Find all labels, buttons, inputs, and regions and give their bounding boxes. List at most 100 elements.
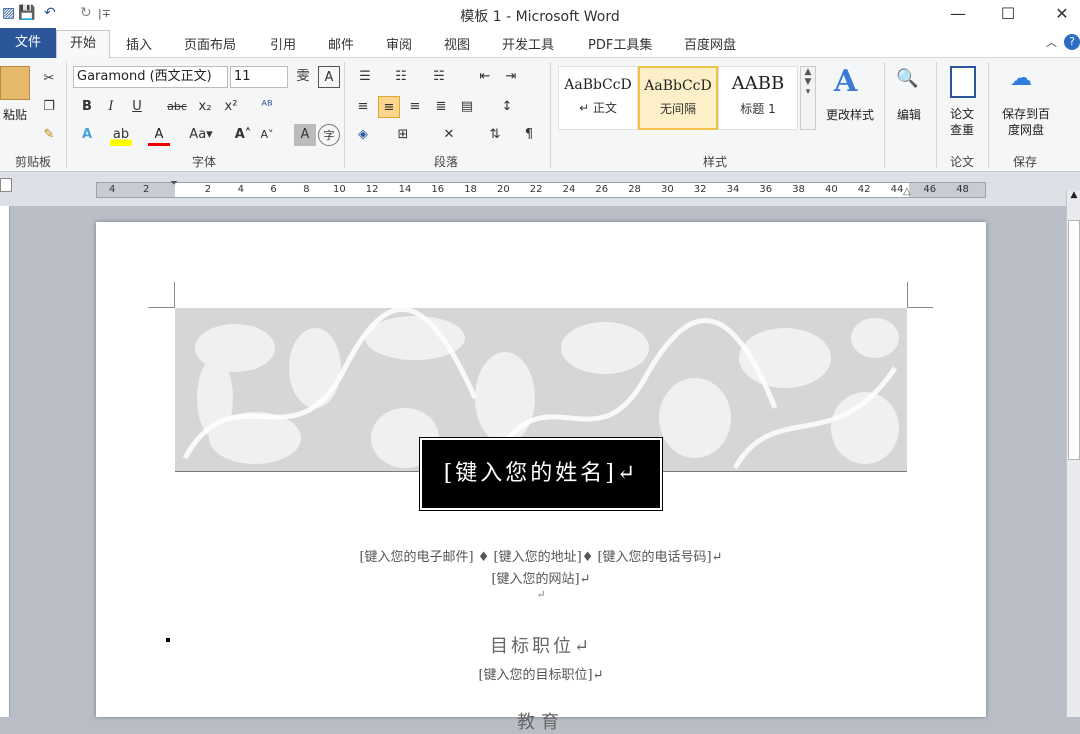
ruler-number: 18 — [464, 184, 477, 195]
character-border-icon[interactable]: A — [318, 66, 340, 88]
tab-references[interactable]: 引用 — [270, 34, 296, 53]
change-styles-icon[interactable]: A — [834, 64, 857, 99]
styles-scroll[interactable]: ▲ ▼ ▾ — [800, 66, 816, 130]
phonetic-guide-icon[interactable]: 雯 — [292, 66, 314, 88]
superscript-icon[interactable]: x² — [220, 96, 242, 118]
shrink-font-icon[interactable]: A˅ — [256, 124, 278, 146]
edit-button[interactable]: 编辑 — [888, 106, 930, 123]
style-name: ↵ 正文 — [579, 101, 617, 115]
format-painter-icon[interactable]: ✎ — [38, 124, 60, 146]
align-center-icon[interactable]: ≡ — [378, 96, 400, 118]
copy-icon[interactable]: ❐ — [38, 96, 60, 118]
borders-icon[interactable]: ⊞ — [392, 124, 414, 146]
tab-page-layout[interactable]: 页面布局 — [184, 34, 236, 53]
help-icon[interactable]: ? — [1064, 34, 1080, 50]
tab-developer[interactable]: 开发工具 — [502, 34, 554, 53]
baidu-netdisk-icon[interactable]: ☁ — [1010, 66, 1032, 91]
clear-format-icon[interactable]: ᴬᴮ — [256, 96, 278, 118]
line-spacing-icon[interactable]: ↕ — [496, 96, 518, 118]
empty-paragraph[interactable]: ↵ — [96, 588, 986, 601]
section-title[interactable]: 目标职位↵ — [96, 632, 986, 658]
paste-icon[interactable] — [0, 66, 30, 100]
show-marks-icon[interactable]: ¶ — [518, 124, 540, 146]
ruler-number: 12 — [365, 184, 379, 195]
document-page[interactable]: [键入您的姓名]↵ [键入您的电子邮件] ♦ [键入您的地址]♦ [键入您的电话… — [96, 222, 986, 733]
right-indent-marker[interactable]: △ — [903, 186, 911, 197]
ruler-number: 20 — [497, 184, 510, 195]
font-size-combo[interactable]: 11 — [230, 66, 288, 88]
ruler-number: 24 — [562, 184, 576, 195]
ruler-margin-right — [909, 183, 985, 197]
text-effects-icon[interactable]: A — [76, 124, 98, 146]
ruler-number: 28 — [628, 184, 641, 195]
find-icon[interactable]: 🔍 — [896, 68, 918, 89]
horizontal-ruler[interactable]: 4 2 2 4 6 8 10 12 14 16 18 20 22 24 26 28 30 32 34 36 38 40 42… — [96, 178, 986, 198]
justify-icon[interactable]: ≣ — [430, 96, 452, 118]
name-placeholder[interactable]: [键入您的姓名]↵ — [419, 437, 663, 511]
increase-indent-icon[interactable]: ⇥ — [500, 66, 522, 88]
tab-baidu-netdisk[interactable]: 百度网盘 — [684, 34, 736, 53]
tab-file[interactable]: 文件 — [0, 28, 56, 58]
italic-icon[interactable]: I — [100, 96, 122, 118]
decrease-indent-icon[interactable]: ⇤ — [474, 66, 496, 88]
style-sample: AABB — [731, 73, 785, 94]
next-section-heading[interactable]: 教育 — [96, 708, 986, 734]
shading-icon[interactable]: ◈ — [352, 124, 374, 146]
tab-review[interactable]: 审阅 — [386, 34, 412, 53]
underline-icon[interactable]: U — [126, 96, 148, 118]
font-name-combo[interactable]: Garamond (西文正文) — [73, 66, 228, 88]
style-heading-1[interactable]: AABB 标题 1 — [718, 66, 798, 130]
align-left-icon[interactable]: ≡ — [352, 96, 374, 118]
align-right-icon[interactable]: ≡ — [404, 96, 426, 118]
change-case-icon[interactable]: Aa▾ — [186, 124, 216, 146]
change-styles-button[interactable]: 更改样式 — [822, 106, 878, 123]
tab-mailings[interactable]: 邮件 — [328, 34, 354, 53]
ruler-number: 40 — [825, 184, 838, 195]
ruler-number: 30 — [661, 184, 674, 195]
vertical-scrollbar[interactable]: ▲ — [1066, 190, 1080, 717]
font-color-icon[interactable]: A — [148, 124, 170, 146]
strikethrough-icon[interactable]: abc — [166, 96, 188, 118]
chinese-layout-icon[interactable]: ✕ — [438, 124, 460, 146]
numbering-icon[interactable]: ☷ — [390, 66, 412, 88]
minimize-button[interactable]: — — [932, 0, 984, 28]
close-button[interactable]: ✕ — [1036, 0, 1080, 28]
ribbon: 粘贴 ✂ ❐ ✎ 剪贴板 Garamond (西文正文) 11 雯 A B I … — [0, 58, 1080, 172]
tab-home[interactable]: 开始 — [56, 30, 110, 59]
grow-font-icon[interactable]: A˄ — [232, 124, 254, 146]
tab-insert[interactable]: 插入 — [126, 34, 152, 53]
highlight-color-icon[interactable]: ab — [110, 124, 132, 146]
scroll-thumb[interactable] — [1068, 220, 1080, 460]
scroll-up-icon[interactable]: ▲ — [1068, 190, 1080, 204]
ruler-number: 2 — [143, 184, 150, 195]
crop-mark — [148, 307, 174, 308]
distributed-icon[interactable]: ▤ — [456, 96, 478, 118]
cut-icon[interactable]: ✂ — [38, 68, 60, 90]
maximize-button[interactable]: ☐ — [982, 0, 1034, 28]
bold-icon[interactable]: B — [76, 96, 98, 118]
tab-view[interactable]: 视图 — [444, 34, 470, 53]
ruler-number: 34 — [726, 184, 740, 195]
tab-selector[interactable] — [0, 178, 12, 192]
style-no-spacing[interactable]: AaBbCcD 无间隔 — [638, 66, 718, 130]
contact-line[interactable]: [键入您的电子邮件] ♦ [键入您的地址]♦ [键入您的电话号码]↵ — [96, 546, 986, 565]
save-to-baidu-button[interactable]: 保存到百 度网盘 — [994, 106, 1058, 138]
subscript-icon[interactable]: x₂ — [194, 96, 216, 118]
style-name: 标题 1 — [740, 102, 776, 116]
first-line-indent-marker[interactable]: ⏷ — [170, 178, 178, 189]
website-line[interactable]: [键入您的网站]↵ — [96, 568, 986, 587]
bullets-icon[interactable]: ☰ — [354, 66, 376, 88]
enclose-character-icon[interactable]: 字 — [318, 124, 340, 146]
ruler-number: 32 — [693, 184, 707, 195]
paper-check-icon[interactable] — [950, 66, 976, 98]
style-normal[interactable]: AaBbCcD ↵ 正文 — [558, 66, 638, 130]
sort-icon[interactable]: ⇅ — [484, 124, 506, 146]
paper-check-button[interactable]: 论文 查重 — [940, 106, 984, 138]
character-shading-icon[interactable]: A — [294, 124, 316, 146]
paste-button[interactable]: 粘贴 — [0, 106, 30, 123]
multilevel-list-icon[interactable]: ☵ — [428, 66, 450, 88]
vertical-ruler[interactable] — [0, 206, 10, 717]
tab-pdf-tools[interactable]: PDF工具集 — [588, 34, 652, 53]
collapse-ribbon-icon[interactable]: ︿ — [1046, 34, 1057, 50]
section-body[interactable]: [键入您的目标职位]↵ — [96, 664, 986, 683]
